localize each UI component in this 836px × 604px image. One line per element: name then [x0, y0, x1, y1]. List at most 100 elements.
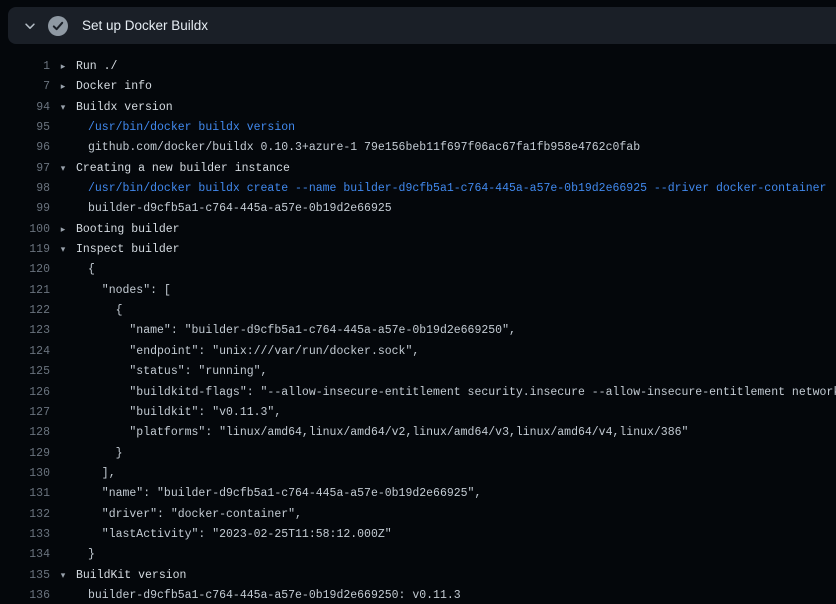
line-number[interactable]: 136 [0, 586, 50, 604]
log-text: "name": "builder-d9cfb5a1-c764-445a-a57e… [76, 484, 481, 504]
arrow-spacer [50, 525, 76, 545]
line-number[interactable]: 125 [0, 362, 50, 382]
log-text: "buildkit": "v0.11.3", [76, 403, 281, 423]
triangle-down-icon[interactable]: ▾ [50, 159, 76, 179]
log-line[interactable]: 97▾Creating a new builder instance [0, 159, 836, 179]
triangle-right-icon[interactable]: ▸ [50, 77, 76, 97]
log-text: ], [76, 464, 116, 484]
arrow-spacer [50, 464, 76, 484]
log-group-title: Buildx version [76, 98, 173, 118]
log-line: 96 github.com/docker/buildx 0.10.3+azure-… [0, 138, 836, 158]
log-line: 132 "driver": "docker-container", [0, 505, 836, 525]
log-text: "name": "builder-d9cfb5a1-c764-445a-a57e… [76, 321, 516, 341]
step-header[interactable]: Set up Docker Buildx [8, 7, 836, 44]
triangle-right-icon[interactable]: ▸ [50, 57, 76, 77]
line-number[interactable]: 132 [0, 505, 50, 525]
line-number[interactable]: 100 [0, 220, 50, 240]
log-text: /usr/bin/docker buildx create --name bui… [76, 179, 826, 199]
line-number[interactable]: 95 [0, 118, 50, 138]
log-text: builder-d9cfb5a1-c764-445a-a57e-0b19d2e6… [76, 199, 392, 219]
actions-log-viewer: Set up Docker Buildx 1▸Run ./7▸Docker in… [0, 0, 836, 604]
line-number[interactable]: 120 [0, 260, 50, 280]
arrow-spacer [50, 505, 76, 525]
log-line[interactable]: 100▸Booting builder [0, 220, 836, 240]
triangle-down-icon[interactable]: ▾ [50, 98, 76, 118]
line-number[interactable]: 121 [0, 281, 50, 301]
log-text: { [76, 301, 123, 321]
line-number[interactable]: 135 [0, 566, 50, 586]
log-line: 134} [0, 545, 836, 565]
arrow-spacer [50, 281, 76, 301]
log-line: 133 "lastActivity": "2023-02-25T11:58:12… [0, 525, 836, 545]
line-number[interactable]: 126 [0, 383, 50, 403]
line-number[interactable]: 128 [0, 423, 50, 443]
log-line: 127 "buildkit": "v0.11.3", [0, 403, 836, 423]
line-number[interactable]: 99 [0, 199, 50, 219]
arrow-spacer [50, 586, 76, 604]
arrow-spacer [50, 423, 76, 443]
log-text: builder-d9cfb5a1-c764-445a-a57e-0b19d2e6… [76, 586, 461, 604]
log-group-title: Run ./ [76, 57, 117, 77]
line-number[interactable]: 1 [0, 57, 50, 77]
arrow-spacer [50, 199, 76, 219]
line-number[interactable]: 130 [0, 464, 50, 484]
log-line: 128 "platforms": "linux/amd64,linux/amd6… [0, 423, 836, 443]
arrow-spacer [50, 545, 76, 565]
log-line[interactable]: 1▸Run ./ [0, 57, 836, 77]
line-number[interactable]: 124 [0, 342, 50, 362]
arrow-spacer [50, 383, 76, 403]
line-number[interactable]: 133 [0, 525, 50, 545]
log-text: "lastActivity": "2023-02-25T11:58:12.000… [76, 525, 392, 545]
line-number[interactable]: 129 [0, 444, 50, 464]
log-text: "status": "running", [76, 362, 267, 382]
log-line: 120{ [0, 260, 836, 280]
arrow-spacer [50, 484, 76, 504]
log-line: 98/usr/bin/docker buildx create --name b… [0, 179, 836, 199]
line-number[interactable]: 131 [0, 484, 50, 504]
log-line[interactable]: 135▾BuildKit version [0, 566, 836, 586]
line-number[interactable]: 98 [0, 179, 50, 199]
log-text: "buildkitd-flags": "--allow-insecure-ent… [76, 383, 836, 403]
log-line[interactable]: 119▾Inspect builder [0, 240, 836, 260]
line-number[interactable]: 7 [0, 77, 50, 97]
arrow-spacer [50, 403, 76, 423]
arrow-spacer [50, 321, 76, 341]
line-number[interactable]: 134 [0, 545, 50, 565]
line-number[interactable]: 122 [0, 301, 50, 321]
arrow-spacer [50, 301, 76, 321]
log-text: } [76, 444, 123, 464]
line-number[interactable]: 94 [0, 98, 50, 118]
log-text: "platforms": "linux/amd64,linux/amd64/v2… [76, 423, 688, 443]
log-line: 130 ], [0, 464, 836, 484]
line-number[interactable]: 97 [0, 159, 50, 179]
chevron-down-icon[interactable] [22, 18, 38, 34]
line-number[interactable]: 127 [0, 403, 50, 423]
log-line: 129 } [0, 444, 836, 464]
log-line[interactable]: 94▾Buildx version [0, 98, 836, 118]
log-text: } [76, 545, 95, 565]
log-text: "endpoint": "unix:///var/run/docker.sock… [76, 342, 419, 362]
arrow-spacer [50, 118, 76, 138]
log-group-title: BuildKit version [76, 566, 186, 586]
log-text: "driver": "docker-container", [76, 505, 302, 525]
log-line: 95/usr/bin/docker buildx version [0, 118, 836, 138]
arrow-spacer [50, 179, 76, 199]
log-lines-container: 1▸Run ./7▸Docker info94▾Buildx version95… [0, 57, 836, 604]
triangle-down-icon[interactable]: ▾ [50, 240, 76, 260]
arrow-spacer [50, 362, 76, 382]
triangle-right-icon[interactable]: ▸ [50, 220, 76, 240]
log-line: 99 builder-d9cfb5a1-c764-445a-a57e-0b19d2… [0, 199, 836, 219]
line-number[interactable]: 119 [0, 240, 50, 260]
check-circle-icon [48, 16, 68, 36]
log-group-title: Docker info [76, 77, 152, 97]
log-line: 131 "name": "builder-d9cfb5a1-c764-445a-… [0, 484, 836, 504]
log-line: 124 "endpoint": "unix:///var/run/docker.… [0, 342, 836, 362]
triangle-down-icon[interactable]: ▾ [50, 566, 76, 586]
log-text: github.com/docker/buildx 0.10.3+azure-1 … [76, 138, 640, 158]
log-group-title: Booting builder [76, 220, 180, 240]
log-line: 123 "name": "builder-d9cfb5a1-c764-445a-… [0, 321, 836, 341]
log-line[interactable]: 7▸Docker info [0, 77, 836, 97]
log-line: 136 builder-d9cfb5a1-c764-445a-a57e-0b19d… [0, 586, 836, 604]
line-number[interactable]: 123 [0, 321, 50, 341]
line-number[interactable]: 96 [0, 138, 50, 158]
